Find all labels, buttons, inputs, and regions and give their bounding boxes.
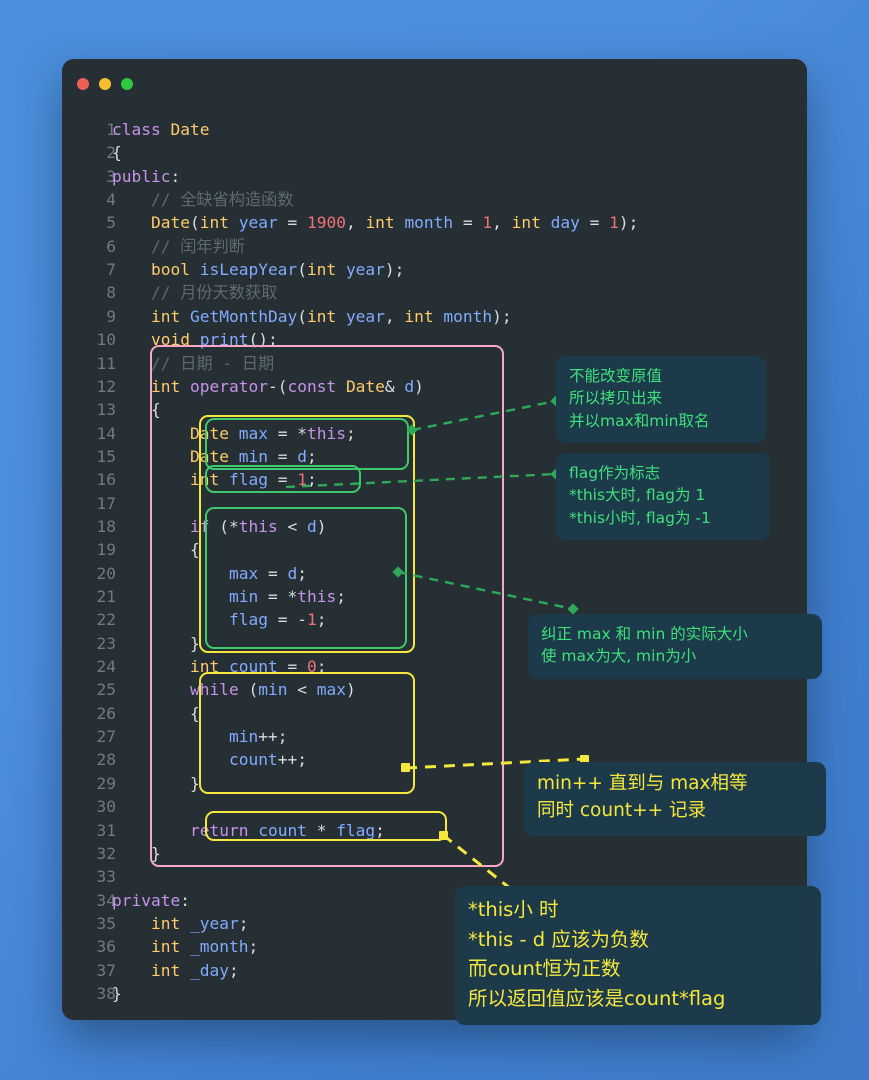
callout-copy-note: 不能改变原值 所以拷贝出来并以max和min取名 <box>556 356 766 444</box>
callout-minmax-note: 纠正 max 和 min 的实际大小使 max为大, min为小 <box>528 614 822 679</box>
maximize-button-icon[interactable] <box>121 78 133 90</box>
code-line[interactable]: bool isLeapYear(int year); <box>112 258 404 281</box>
callout-loop-note: min++ 直到与 max相等 同时 count++ 记录 <box>524 762 826 836</box>
code-line[interactable]: // 全缺省构造函数 <box>112 188 294 211</box>
callout-return-note: *this小 时 *this - d 应该为负数 而count恒为正数所以返回值应该… <box>455 886 821 1025</box>
callout-line: 所以拷贝出来 <box>569 389 663 408</box>
code-line[interactable]: min = *this; <box>112 585 346 608</box>
code-line[interactable]: class Date <box>112 118 209 141</box>
callout-line: *this大时, flag为 1 <box>569 486 706 505</box>
code-line[interactable]: count++; <box>112 748 307 771</box>
minimize-button-icon[interactable] <box>99 78 111 90</box>
callout-line: *this小时, flag为 -1 <box>569 508 711 527</box>
code-line[interactable]: // 日期 - 日期 <box>112 352 274 375</box>
callout-line: *this - d 应该为负数 <box>468 927 649 951</box>
callout-line: flag作为标志 <box>569 464 661 482</box>
code-line[interactable]: while (min < max) <box>112 678 356 701</box>
callout-line: 并以max和min取名 <box>569 411 710 430</box>
code-line[interactable]: max = d; <box>112 562 307 585</box>
code-line[interactable]: { <box>112 398 161 421</box>
code-line[interactable]: } <box>112 982 122 1005</box>
code-line[interactable]: } <box>112 772 200 795</box>
code-line[interactable]: // 月份天数获取 <box>112 281 277 304</box>
callout-line: *this小 时 <box>468 898 559 921</box>
code-line[interactable]: } <box>112 842 161 865</box>
screenshot-root: 1 class Date 2{3 public: 4 // 全缺省构造函数 5 Date(… <box>0 0 869 1080</box>
callout-flag-note: flag作为标志 *this大时, flag为 1 *this小时, flag为 -… <box>556 453 770 541</box>
code-line[interactable]: int _day; <box>112 959 239 982</box>
code-line[interactable]: flag = -1; <box>112 608 326 631</box>
code-line[interactable]: { <box>112 702 200 725</box>
callout-line: 不能改变原值 <box>569 367 663 385</box>
line-number: 17 <box>96 494 117 513</box>
code-line[interactable]: int _month; <box>112 935 258 958</box>
code-line[interactable]: int GetMonthDay(int year, int month); <box>112 305 512 328</box>
code-line[interactable]: Date min = d; <box>112 445 317 468</box>
code-line[interactable]: void print(); <box>112 328 278 351</box>
code-line[interactable]: min++; <box>112 725 288 748</box>
callout-line: 而count恒为正数 <box>468 957 621 981</box>
callout-line: 同时 count++ 记录 <box>537 799 706 821</box>
code-line[interactable]: int _year; <box>112 912 248 935</box>
code-line[interactable]: return count * flag; <box>112 819 385 842</box>
line-number: 33 <box>96 867 117 886</box>
callout-line: min++ 直到与 max相等 <box>537 773 748 794</box>
code-line[interactable]: // 闰年判断 <box>112 235 245 258</box>
line-number: 30 <box>96 797 117 816</box>
code-line[interactable]: { <box>112 141 122 164</box>
code-line[interactable]: int count = 0; <box>112 655 326 678</box>
code-line[interactable]: Date max = *this; <box>112 422 356 445</box>
code-line[interactable]: if (*this < d) <box>112 515 326 538</box>
code-line[interactable]: int operator-(const Date& d) <box>112 375 424 398</box>
code-line[interactable]: public: <box>112 165 180 188</box>
callout-line: 纠正 max 和 min 的实际大小 <box>541 625 748 643</box>
code-line[interactable]: } <box>112 632 200 655</box>
window-titlebar <box>62 59 807 97</box>
code-line[interactable]: private: <box>112 889 190 912</box>
callout-line: 使 max为大, min为小 <box>541 647 697 666</box>
close-button-icon[interactable] <box>77 78 89 90</box>
callout-line: 所以返回值应该是count*flag <box>468 986 726 1010</box>
code-line[interactable]: { <box>112 538 200 561</box>
code-line[interactable]: Date(int year = 1900, int month = 1, int… <box>112 211 638 234</box>
code-line[interactable]: int flag = 1; <box>112 468 317 491</box>
